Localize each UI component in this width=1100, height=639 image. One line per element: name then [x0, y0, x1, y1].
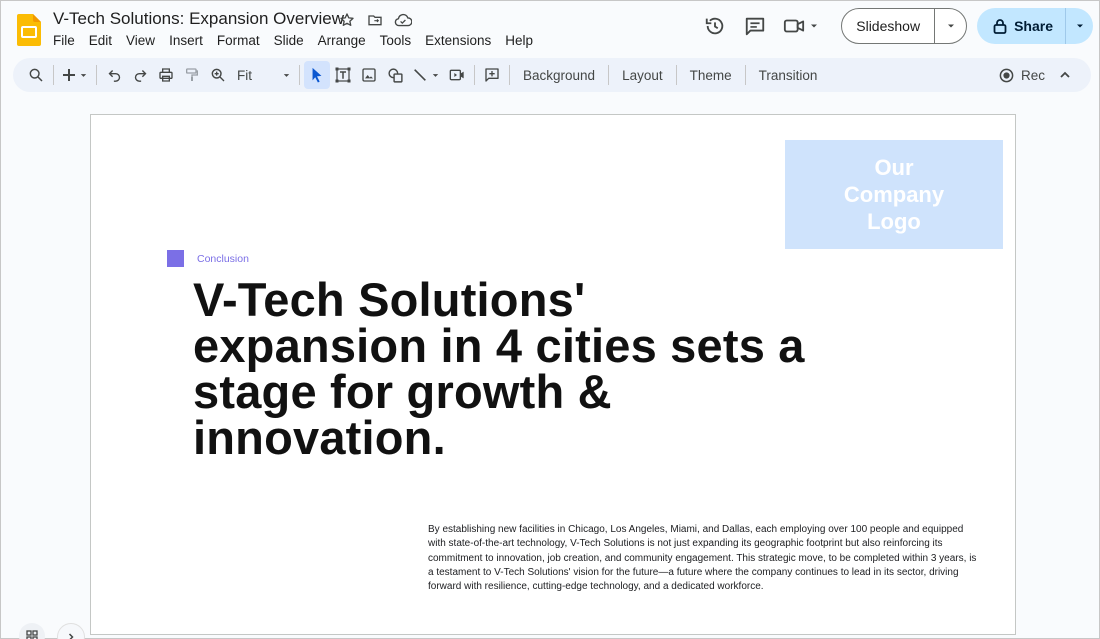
search-menus-button[interactable]	[23, 61, 49, 89]
undo-icon	[108, 69, 120, 82]
rec-label: Rec	[1020, 67, 1045, 83]
meet-button[interactable]	[775, 8, 827, 44]
theme-button[interactable]: Theme	[681, 61, 741, 89]
plus-icon	[63, 69, 75, 81]
menu-format[interactable]: Format	[210, 32, 267, 49]
undo-button[interactable]	[101, 61, 127, 89]
cursor-icon	[312, 67, 322, 83]
chevron-right-icon	[68, 633, 74, 639]
video-camera-icon	[784, 19, 805, 33]
collapse-menus-button[interactable]	[1053, 61, 1077, 89]
chevron-down-icon	[811, 24, 818, 28]
paint-format-icon	[186, 68, 198, 81]
menu-extensions[interactable]: Extensions	[418, 32, 498, 49]
zoom-select[interactable]: Fit	[231, 61, 295, 89]
print-icon	[159, 68, 173, 82]
line-button[interactable]	[408, 61, 444, 89]
paint-format-button[interactable]	[179, 61, 205, 89]
menu-bar: File Edit View Insert Format Slide Arran…	[46, 32, 540, 49]
zoom-value: Fit	[237, 67, 252, 83]
slides-logo-icon	[17, 14, 41, 46]
line-icon	[414, 69, 426, 81]
layout-button[interactable]: Layout	[613, 61, 672, 89]
menu-arrange[interactable]: Arrange	[311, 32, 373, 49]
record-icon	[999, 68, 1014, 82]
logo-line: Logo	[867, 209, 921, 234]
background-button[interactable]: Background	[514, 61, 604, 89]
slideshow-button[interactable]: Slideshow	[842, 9, 934, 43]
shape-icon	[387, 67, 403, 83]
zoom-button[interactable]	[205, 61, 231, 89]
zoom-icon	[211, 68, 225, 82]
logo-line: Our	[874, 155, 914, 180]
insert-image-button[interactable]	[356, 61, 382, 89]
share-split-button: Share	[977, 8, 1093, 44]
rec-button[interactable]: Rec	[999, 61, 1045, 89]
chevron-up-icon	[1060, 71, 1070, 78]
text-box-button[interactable]	[330, 61, 356, 89]
menu-edit[interactable]: Edit	[82, 32, 119, 49]
menu-view[interactable]: View	[119, 32, 162, 49]
transition-button[interactable]: Transition	[750, 61, 827, 89]
search-icon	[29, 68, 43, 82]
expand-filmstrip-button[interactable]	[57, 623, 85, 639]
select-tool-button[interactable]	[304, 61, 330, 89]
new-slide-button[interactable]	[58, 61, 92, 89]
comment-icon	[746, 17, 765, 36]
section-tag-label[interactable]: Conclusion	[197, 253, 249, 265]
add-comment-button[interactable]	[479, 61, 505, 89]
print-button[interactable]	[153, 61, 179, 89]
menu-help[interactable]: Help	[498, 32, 540, 49]
insert-video-button[interactable]	[444, 61, 470, 89]
share-button[interactable]: Share	[977, 8, 1065, 44]
chevron-down-icon	[80, 73, 87, 77]
chevron-down-icon	[283, 73, 290, 77]
logo-line: Company	[843, 182, 945, 207]
share-options-button[interactable]	[1065, 8, 1093, 44]
main-toolbar: Fit Background Layout Theme Transition R…	[13, 58, 1091, 92]
slide-canvas[interactable]: Our Company Logo Conclusion V-Tech Solut…	[90, 114, 1016, 635]
menu-insert[interactable]: Insert	[162, 32, 210, 49]
menu-slide[interactable]: Slide	[267, 32, 311, 49]
menu-tools[interactable]: Tools	[373, 32, 419, 49]
grid-view-button[interactable]	[19, 623, 45, 639]
menu-file[interactable]: File	[46, 32, 82, 49]
document-title[interactable]: V-Tech Solutions: Expansion Overview	[53, 9, 344, 29]
history-icon	[706, 17, 724, 35]
move-to-folder-icon[interactable]	[365, 10, 385, 30]
version-history-button[interactable]	[695, 8, 735, 44]
logo-placeholder[interactable]: Our Company Logo	[785, 140, 1003, 249]
share-label: Share	[1014, 18, 1053, 34]
chevron-down-icon	[432, 73, 439, 77]
redo-button[interactable]	[127, 61, 153, 89]
lock-icon	[993, 19, 1007, 34]
shape-button[interactable]	[382, 61, 408, 89]
slide-body-text[interactable]: By establishing new facilities in Chicag…	[428, 523, 983, 594]
comments-button[interactable]	[735, 8, 775, 44]
section-tag-square	[167, 250, 184, 267]
star-icon[interactable]	[337, 10, 357, 30]
chevron-down-icon	[1076, 24, 1083, 28]
slide-headline[interactable]: V-Tech Solutions' expansion in 4 cities …	[193, 276, 813, 461]
image-icon	[362, 68, 376, 82]
text-box-icon	[335, 67, 351, 83]
cloud-saved-icon[interactable]	[393, 10, 413, 30]
slideshow-split-button: Slideshow	[841, 8, 968, 44]
chevron-down-icon	[947, 24, 954, 28]
slideshow-options-button[interactable]	[934, 9, 966, 43]
video-icon	[449, 69, 464, 81]
redo-icon	[134, 69, 146, 82]
grid-icon	[26, 630, 38, 639]
slides-app-logo[interactable]	[17, 14, 41, 46]
add-comment-icon	[485, 68, 499, 82]
